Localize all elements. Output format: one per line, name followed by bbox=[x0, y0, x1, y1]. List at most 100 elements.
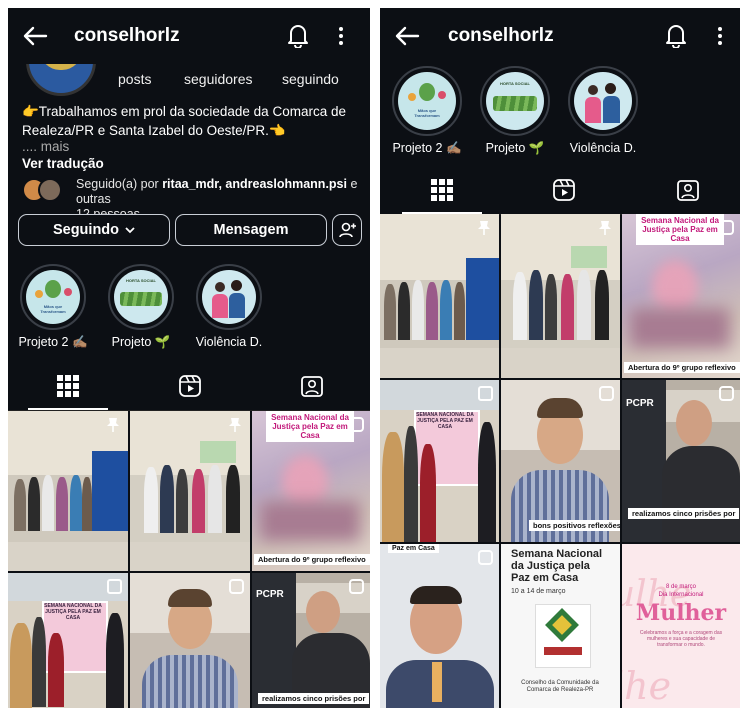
profile-tabs bbox=[380, 170, 740, 215]
highlight-badge-text: Mãos que Transformam bbox=[40, 304, 66, 314]
kebab-menu-icon[interactable] bbox=[717, 26, 723, 46]
reel-icon bbox=[719, 386, 734, 401]
emblem bbox=[535, 604, 591, 668]
post-caption: realizamos cinco prisões por bbox=[628, 508, 740, 519]
post-caption: realizamos cinco prisões por bbox=[258, 693, 370, 704]
post-title: Mulher bbox=[635, 600, 727, 626]
top-bar: conselhorlz bbox=[380, 8, 740, 64]
tagged-icon[interactable] bbox=[676, 178, 700, 202]
chevron-down-icon bbox=[125, 226, 135, 233]
followed-by-prefix: Seguido(a) por bbox=[76, 177, 159, 191]
highlight-label: Projeto 2 ✍🏽 bbox=[392, 141, 462, 155]
post-banner: SEMANA NACIONAL DA JUSTIÇA PELA PAZ EM C… bbox=[44, 603, 102, 621]
post-thumbnail-2[interactable] bbox=[501, 214, 620, 378]
highlight-ring: HORTA SOCIAL bbox=[480, 66, 550, 136]
post-day: Dia Internacional bbox=[658, 592, 704, 598]
tagged-icon[interactable] bbox=[300, 374, 324, 398]
highlight-badge-text: HORTA SOCIAL bbox=[500, 81, 530, 86]
profile-bio: 👉Trabalhamos em prol da sociedade da Com… bbox=[22, 102, 357, 140]
grid-icon[interactable] bbox=[56, 374, 80, 398]
post-thumbnail-5[interactable] bbox=[130, 573, 250, 708]
pin-icon bbox=[599, 221, 611, 235]
post-thumbnail-3[interactable]: Semana Nacional da Justiça pela Paz em C… bbox=[622, 214, 740, 378]
followers-label: seguidores bbox=[184, 71, 253, 87]
add-person-icon bbox=[339, 222, 356, 238]
post-thumbnail-7[interactable]: Paz em Casa bbox=[380, 544, 499, 708]
posts-grid: Semana Nacional da Justiça pela Paz em C… bbox=[8, 411, 370, 708]
bio-line-2: Realeza/PR e Santa Izabel do Oeste/PR.👈 bbox=[22, 123, 286, 138]
highlight-projeto-2[interactable]: Mãos que Transformam Projeto 2 ✍🏽 bbox=[16, 264, 90, 350]
post-date: 8 de março bbox=[665, 584, 696, 590]
post-title: Semana Nacional da Justiça pela Paz em C… bbox=[511, 548, 603, 584]
top-bar: conselhorlz bbox=[8, 8, 370, 64]
following-button[interactable]: Seguindo bbox=[18, 214, 170, 246]
reel-icon bbox=[349, 579, 364, 594]
highlight-ring: HORTA SOCIAL bbox=[108, 264, 174, 330]
followed-by-names: ritaa_mdr, andreaslohmann.psi bbox=[162, 177, 347, 191]
highlight-cover: HORTA SOCIAL bbox=[114, 270, 168, 324]
highlight-projeto[interactable]: HORTA SOCIAL Projeto 🌱 bbox=[478, 66, 552, 156]
pcpr-badge: PCPR bbox=[256, 589, 284, 600]
post-thumbnail-6[interactable]: PCPR realizamos cinco prisões por bbox=[622, 380, 740, 542]
highlight-violencia[interactable]: Violência D. bbox=[192, 264, 266, 349]
post-thumbnail-4[interactable]: SEMANA NACIONAL DA JUSTIÇA PELA PAZ EM C… bbox=[380, 380, 499, 542]
post-banner: Semana Nacional da Justiça pela Paz em C… bbox=[636, 214, 724, 245]
post-thumbnail-2[interactable] bbox=[130, 411, 250, 571]
see-translation-link[interactable]: Ver tradução bbox=[22, 156, 104, 171]
post-caption: Abertura do 9º grupo reflexivo bbox=[254, 554, 370, 565]
profile-username: conselhorlz bbox=[74, 25, 180, 46]
reels-icon[interactable] bbox=[178, 374, 202, 398]
post-banner: SEMANA NACIONAL DA JUSTIÇA PELA PAZ EM C… bbox=[416, 412, 474, 430]
kebab-menu-icon[interactable] bbox=[338, 26, 344, 46]
highlight-ring bbox=[196, 264, 262, 330]
reel-icon bbox=[349, 417, 364, 432]
profile-screen-right: conselhorlz Mãos que Transformam Projeto… bbox=[380, 8, 740, 708]
following-label: seguindo bbox=[282, 71, 339, 87]
highlight-ring: Mãos que Transformam bbox=[392, 66, 462, 136]
highlight-label: Projeto 🌱 bbox=[485, 141, 545, 155]
bio-line-1: 👉Trabalhamos em prol da sociedade da Com… bbox=[22, 104, 346, 119]
followed-by[interactable]: Seguido(a) por ritaa_mdr, andreaslohmann… bbox=[22, 176, 362, 221]
highlight-cover bbox=[574, 72, 632, 130]
post-thumbnail-3[interactable]: Semana Nacional da Justiça pela Paz em C… bbox=[252, 411, 370, 571]
back-arrow-icon[interactable] bbox=[22, 24, 48, 48]
post-thumbnail-4[interactable]: SEMANA NACIONAL DA JUSTIÇA PELA PAZ EM C… bbox=[8, 573, 128, 708]
post-banner: Paz em Casa bbox=[388, 544, 439, 553]
bell-icon[interactable] bbox=[665, 22, 687, 48]
post-banner: Semana Nacional da Justiça pela Paz em C… bbox=[266, 411, 354, 442]
highlight-label: Projeto 2 ✍🏽 bbox=[18, 335, 88, 349]
post-body: Celebramos a força e a coragem das mulhe… bbox=[639, 630, 723, 648]
bio-more-link[interactable]: .... mais bbox=[22, 139, 69, 154]
highlight-violencia[interactable]: Violência D. bbox=[566, 66, 640, 155]
highlight-cover: Mãos que Transformam bbox=[398, 72, 456, 130]
reel-icon bbox=[229, 579, 244, 594]
post-thumbnail-5[interactable]: bons positivos reflexões bbox=[501, 380, 620, 542]
posts-label: posts bbox=[118, 71, 152, 87]
reel-icon bbox=[719, 220, 734, 235]
grid-icon[interactable] bbox=[430, 178, 454, 202]
profile-username: conselhorlz bbox=[448, 25, 554, 46]
message-button[interactable]: Mensagem bbox=[175, 214, 327, 246]
following-button-label: Seguindo bbox=[52, 222, 120, 238]
post-thumbnail-1[interactable] bbox=[8, 411, 128, 571]
highlight-projeto-2[interactable]: Mãos que Transformam Projeto 2 ✍🏽 bbox=[390, 66, 464, 156]
add-person-button[interactable] bbox=[332, 214, 362, 246]
multi-photo-icon bbox=[107, 579, 122, 594]
back-arrow-icon[interactable] bbox=[394, 24, 420, 48]
highlight-ring: Mãos que Transformam bbox=[20, 264, 86, 330]
highlight-projeto[interactable]: HORTA SOCIAL Projeto 🌱 bbox=[104, 264, 178, 350]
post-thumbnail-6[interactable]: PCPR realizamos cinco prisões por bbox=[252, 573, 370, 708]
highlight-cover: HORTA SOCIAL bbox=[486, 72, 544, 130]
post-thumbnail-9[interactable]: ulhe 8 de março Dia Internacional Mulher… bbox=[622, 544, 740, 708]
reels-icon[interactable] bbox=[552, 178, 576, 202]
highlight-badge-text: HORTA SOCIAL bbox=[126, 278, 156, 283]
reel-icon bbox=[599, 386, 614, 401]
pin-icon bbox=[107, 418, 119, 432]
profile-screen-left: 260 posts 423 seguidores 384 seguindo co… bbox=[8, 8, 370, 708]
bell-icon[interactable] bbox=[287, 22, 309, 48]
reel-icon bbox=[478, 550, 493, 565]
post-dates: 10 a 14 de março bbox=[511, 588, 566, 595]
post-thumbnail-1[interactable] bbox=[380, 214, 499, 378]
post-footer: Conselho da Comunidade da Comarca de Rea… bbox=[521, 680, 599, 693]
post-thumbnail-8[interactable]: Semana Nacional da Justiça pela Paz em C… bbox=[501, 544, 620, 708]
